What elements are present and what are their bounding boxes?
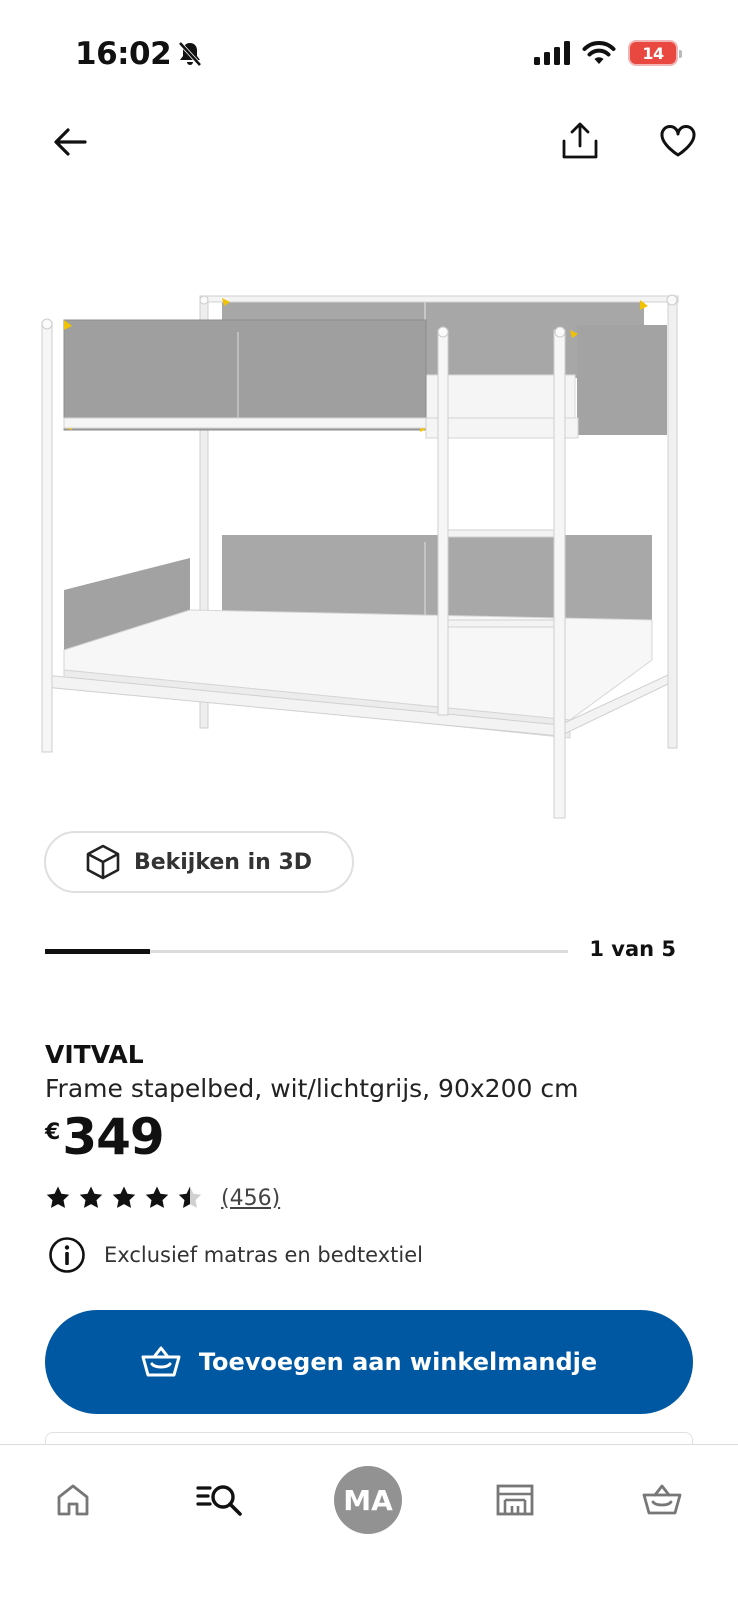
product-image[interactable]	[40, 290, 700, 840]
add-to-cart-label: Toevoegen aan winkelmandje	[198, 1348, 598, 1376]
product-description: Frame stapelbed, wit/lichtgrijs, 90x200 …	[45, 1074, 579, 1103]
info-icon	[49, 1237, 85, 1273]
basket-icon	[141, 1346, 181, 1377]
tab-search[interactable]	[185, 1465, 255, 1535]
profile-avatar: MA	[334, 1466, 402, 1534]
add-to-cart-button[interactable]: Toevoegen aan winkelmandje	[45, 1310, 693, 1414]
view-3d-button[interactable]: Bekijken in 3D	[44, 831, 354, 893]
carousel-progress-fill	[45, 949, 150, 954]
battery-level: 14	[642, 43, 664, 63]
search-icon	[196, 1485, 242, 1516]
status-time: 16:02	[75, 36, 203, 72]
bell-slash-icon	[178, 41, 202, 67]
basket-icon	[642, 1484, 682, 1515]
star-icon	[46, 1186, 70, 1208]
product-name: VITVAL	[45, 1040, 144, 1069]
share-button[interactable]	[557, 118, 603, 164]
star-icon	[145, 1186, 169, 1208]
status-time-label: 16:02	[75, 36, 172, 72]
tab-profile[interactable]: MA	[333, 1465, 403, 1535]
tab-store[interactable]	[480, 1465, 550, 1535]
share-icon	[562, 122, 598, 159]
product-price: € 349	[45, 1108, 165, 1166]
cube-icon	[86, 844, 120, 880]
favorite-button[interactable]	[655, 118, 701, 164]
battery-indicator: 14	[628, 40, 682, 66]
wifi-icon	[582, 41, 616, 64]
carousel-progress	[45, 949, 568, 954]
status-bar: 16:02 14	[0, 0, 738, 110]
arrow-left-icon	[54, 128, 87, 156]
star-icon	[79, 1186, 103, 1208]
carousel-counter: 1 van 5	[589, 937, 676, 961]
store-icon	[496, 1484, 534, 1516]
bottom-tab-bar: MA	[0, 1444, 738, 1600]
home-icon	[57, 1484, 89, 1516]
info-note[interactable]: Exclusief matras en bedtextiel	[48, 1236, 423, 1274]
tab-home[interactable]	[38, 1465, 108, 1535]
price-currency: €	[45, 1120, 61, 1145]
tab-basket[interactable]	[627, 1465, 697, 1535]
product-rating[interactable]: (456)	[45, 1185, 280, 1211]
info-note-text: Exclusief matras en bedtextiel	[104, 1243, 423, 1267]
status-indicators: 14	[534, 40, 682, 66]
star-icon	[178, 1186, 202, 1208]
back-button[interactable]	[48, 120, 92, 164]
view-3d-label: Bekijken in 3D	[133, 849, 313, 875]
heart-icon	[660, 125, 696, 157]
review-count-link[interactable]: (456)	[221, 1186, 280, 1211]
star-icon	[112, 1186, 136, 1208]
signal-icon	[534, 41, 570, 65]
price-amount: 349	[62, 1108, 164, 1166]
rating-stars	[45, 1185, 203, 1211]
